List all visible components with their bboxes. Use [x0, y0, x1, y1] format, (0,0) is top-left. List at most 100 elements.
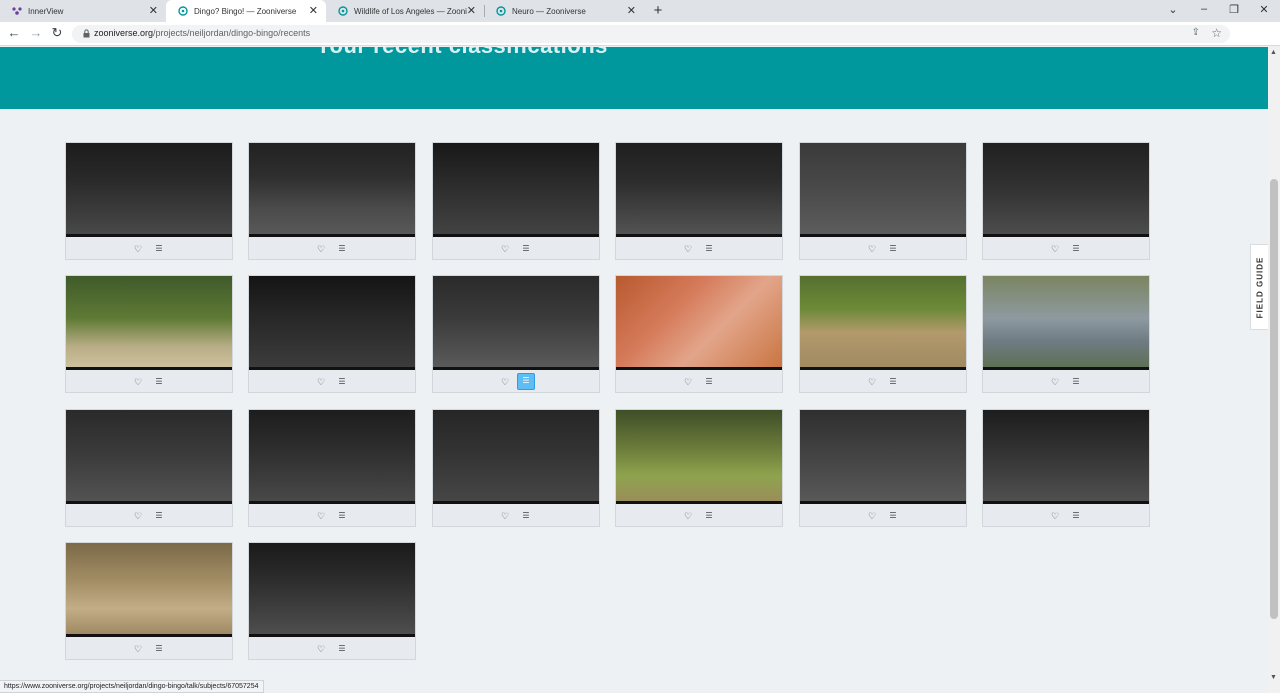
subject-actions: ♡ ☰: [433, 239, 599, 259]
subject-actions: ♡ ☰: [983, 372, 1149, 392]
tab-neuro[interactable]: Neuro — Zooniverse ✕: [484, 0, 644, 22]
subject-card: ♡ ☰: [248, 142, 416, 260]
tab-search-icon[interactable]: ⌄: [1166, 3, 1180, 16]
bookmark-star-icon[interactable]: ☆: [1211, 26, 1222, 40]
share-icon[interactable]: ⇪: [1192, 27, 1200, 38]
subject-image[interactable]: [433, 410, 599, 504]
favorite-heart-icon[interactable]: ♡: [314, 509, 328, 523]
favorite-heart-icon[interactable]: ♡: [681, 509, 695, 523]
reload-icon[interactable]: ↻: [50, 26, 64, 40]
scroll-up-icon[interactable]: ▲: [1270, 49, 1277, 56]
subject-image[interactable]: [616, 143, 782, 237]
favorite-heart-icon[interactable]: ♡: [681, 375, 695, 389]
page-scrollbar[interactable]: ▲ ▼: [1268, 47, 1280, 693]
subject-actions: ♡ ☰: [800, 506, 966, 526]
collect-list-icon[interactable]: ☰: [335, 642, 349, 656]
close-icon[interactable]: ✕: [627, 5, 636, 17]
subject-actions: ♡ ☰: [249, 239, 415, 259]
collect-list-icon[interactable]: ☰: [702, 509, 716, 523]
favorite-heart-icon[interactable]: ♡: [865, 375, 879, 389]
favorite-heart-icon[interactable]: ♡: [498, 375, 512, 389]
subject-actions: ♡ ☰: [433, 372, 599, 392]
collect-list-icon[interactable]: ☰: [886, 509, 900, 523]
collect-list-icon[interactable]: ☰: [517, 373, 535, 390]
subject-image[interactable]: [800, 410, 966, 504]
favorite-heart-icon[interactable]: ♡: [681, 242, 695, 256]
forward-icon[interactable]: →: [29, 26, 43, 40]
subject-image[interactable]: [249, 410, 415, 504]
subject-card: ♡ ☰: [799, 142, 967, 260]
collect-list-icon[interactable]: ☰: [335, 242, 349, 256]
collect-list-icon[interactable]: ☰: [1069, 242, 1083, 256]
camera-info-strip: [66, 634, 232, 637]
new-tab-button[interactable]: +: [651, 2, 665, 19]
collect-list-icon[interactable]: ☰: [152, 375, 166, 389]
collect-list-icon[interactable]: ☰: [1069, 509, 1083, 523]
tab-label: Neuro — Zooniverse: [512, 6, 586, 16]
scroll-thumb[interactable]: [1270, 179, 1278, 619]
subject-image[interactable]: [249, 276, 415, 370]
favorite-heart-icon[interactable]: ♡: [498, 242, 512, 256]
collect-list-icon[interactable]: ☰: [152, 242, 166, 256]
collect-list-icon[interactable]: ☰: [702, 375, 716, 389]
subject-image[interactable]: [249, 143, 415, 237]
close-icon[interactable]: ✕: [149, 5, 158, 17]
tab-dingo-bingo[interactable]: Dingo? Bingo! — Zooniverse ✕: [166, 0, 326, 22]
subject-card: ♡ ☰: [615, 275, 783, 393]
tab-innerview[interactable]: InnerView ✕: [0, 0, 166, 22]
favorite-heart-icon[interactable]: ♡: [131, 509, 145, 523]
favorite-heart-icon[interactable]: ♡: [865, 509, 879, 523]
collect-list-icon[interactable]: ☰: [152, 642, 166, 656]
subject-card: ♡ ☰: [615, 142, 783, 260]
favorite-heart-icon[interactable]: ♡: [314, 375, 328, 389]
subject-image[interactable]: [983, 410, 1149, 504]
collect-list-icon[interactable]: ☰: [1069, 375, 1083, 389]
subject-card: ♡ ☰: [65, 542, 233, 660]
subject-image[interactable]: [249, 543, 415, 637]
close-window-button[interactable]: ✕: [1257, 3, 1271, 16]
close-icon[interactable]: ✕: [309, 5, 318, 17]
subject-image[interactable]: [616, 276, 782, 370]
favorite-heart-icon[interactable]: ♡: [1048, 375, 1062, 389]
collect-list-icon[interactable]: ☰: [335, 375, 349, 389]
collect-list-icon[interactable]: ☰: [702, 242, 716, 256]
favorite-heart-icon[interactable]: ♡: [865, 242, 879, 256]
subject-image[interactable]: [800, 143, 966, 237]
back-icon[interactable]: ←: [7, 26, 21, 40]
address-bar[interactable]: zooniverse.org/projects/neiljordan/dingo…: [72, 25, 1230, 43]
camera-info-strip: [800, 234, 966, 237]
collect-list-icon[interactable]: ☰: [886, 375, 900, 389]
camera-info-strip: [616, 367, 782, 370]
favorite-heart-icon[interactable]: ♡: [314, 242, 328, 256]
field-guide-tab[interactable]: FIELD GUIDE: [1250, 244, 1269, 330]
favorite-heart-icon[interactable]: ♡: [1048, 242, 1062, 256]
subject-image[interactable]: [800, 276, 966, 370]
camera-info-strip: [249, 501, 415, 504]
subject-image[interactable]: [983, 143, 1149, 237]
close-icon[interactable]: ✕: [467, 5, 476, 17]
collect-list-icon[interactable]: ☰: [519, 242, 533, 256]
subject-image[interactable]: [983, 276, 1149, 370]
subject-image[interactable]: [433, 276, 599, 370]
favorite-heart-icon[interactable]: ♡: [498, 509, 512, 523]
tab-wildlife-la[interactable]: Wildlife of Los Angeles — Zooni ✕: [326, 0, 485, 22]
favorite-heart-icon[interactable]: ♡: [131, 642, 145, 656]
page-title: Your recent classifications: [316, 47, 608, 59]
collect-list-icon[interactable]: ☰: [886, 242, 900, 256]
subject-image[interactable]: [616, 410, 782, 504]
favorite-heart-icon[interactable]: ♡: [131, 242, 145, 256]
minimize-button[interactable]: –: [1197, 3, 1211, 15]
restore-button[interactable]: ❐: [1227, 3, 1241, 16]
collect-list-icon[interactable]: ☰: [335, 509, 349, 523]
subject-image[interactable]: [66, 410, 232, 504]
favorite-heart-icon[interactable]: ♡: [1048, 509, 1062, 523]
collect-list-icon[interactable]: ☰: [152, 509, 166, 523]
subject-image[interactable]: [66, 143, 232, 237]
subject-image[interactable]: [66, 543, 232, 637]
subject-image[interactable]: [433, 143, 599, 237]
favorite-heart-icon[interactable]: ♡: [314, 642, 328, 656]
subject-image[interactable]: [66, 276, 232, 370]
favorite-heart-icon[interactable]: ♡: [131, 375, 145, 389]
scroll-down-icon[interactable]: ▼: [1270, 674, 1277, 681]
collect-list-icon[interactable]: ☰: [519, 509, 533, 523]
